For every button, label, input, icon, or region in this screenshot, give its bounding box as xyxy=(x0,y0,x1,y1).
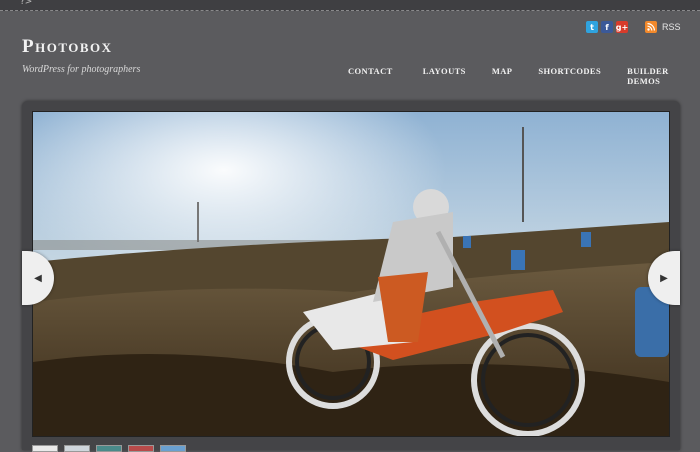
site-branding: Photobox WordPress for photographers xyxy=(22,36,140,75)
thumbnail-4[interactable] xyxy=(128,445,154,452)
rss-glyph xyxy=(647,23,655,31)
nav-map[interactable]: MAP xyxy=(492,66,513,86)
nav-builder-demos[interactable]: BUILDER DEMOS xyxy=(627,66,700,86)
facebook-icon[interactable]: f xyxy=(601,21,613,33)
thumbnail-2[interactable] xyxy=(64,445,90,452)
top-bar: ?> xyxy=(0,0,700,11)
nav-contact[interactable]: CONTACT xyxy=(348,66,393,86)
site-tagline: WordPress for photographers xyxy=(22,64,141,75)
thumbnail-1[interactable] xyxy=(32,445,58,452)
top-bar-mark: ?> xyxy=(20,0,33,7)
motocross-photo xyxy=(33,112,669,436)
nav-layouts[interactable]: LAYOUTS xyxy=(423,66,466,86)
thumbnail-3[interactable] xyxy=(96,445,122,452)
rss-icon[interactable] xyxy=(645,21,657,33)
thumbnail-5[interactable] xyxy=(160,445,186,452)
twitter-icon[interactable]: t xyxy=(586,21,598,33)
google-plus-icon[interactable]: g+ xyxy=(616,21,628,33)
slide-image[interactable] xyxy=(32,111,670,437)
image-slider: ◀ ▶ xyxy=(22,101,680,450)
rss-link[interactable]: RSS xyxy=(662,22,681,32)
social-links: t f g+ RSS xyxy=(586,21,681,33)
site-title[interactable]: Photobox xyxy=(22,36,140,58)
main-navigation: CONTACT LAYOUTS MAP SHORTCODES BUILDER D… xyxy=(340,66,700,86)
slider-thumbnails xyxy=(32,445,192,452)
nav-shortcodes[interactable]: SHORTCODES xyxy=(538,66,601,86)
